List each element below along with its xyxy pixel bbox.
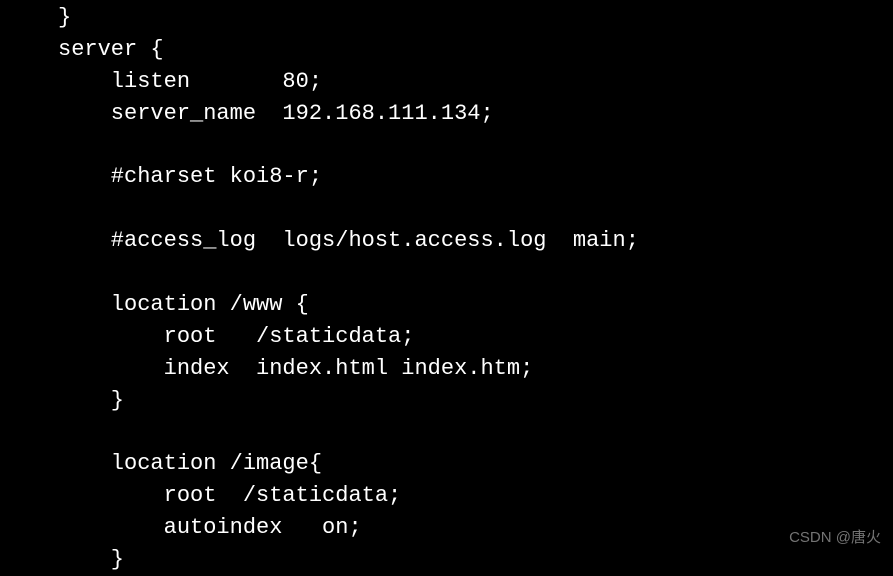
code-line: server {	[58, 37, 164, 62]
code-line: autoindex on;	[58, 515, 362, 540]
code-line: #access_log logs/host.access.log main;	[58, 228, 639, 253]
code-line: location /www {	[58, 292, 309, 317]
code-line: server_name 192.168.111.134;	[58, 101, 494, 126]
code-line: }	[58, 388, 124, 413]
code-line: location /image{	[58, 451, 322, 476]
nginx-config-code: } server { listen 80; server_name 192.16…	[0, 2, 893, 576]
code-line: listen 80;	[58, 69, 322, 94]
code-line: #charset koi8-r;	[58, 164, 322, 189]
code-line: index index.html index.htm;	[58, 356, 533, 381]
watermark-text: CSDN @唐火	[789, 527, 881, 549]
code-line: root /staticdata;	[58, 483, 401, 508]
code-line: }	[58, 5, 71, 30]
code-line: root /staticdata;	[58, 324, 414, 349]
code-line: }	[58, 547, 124, 572]
